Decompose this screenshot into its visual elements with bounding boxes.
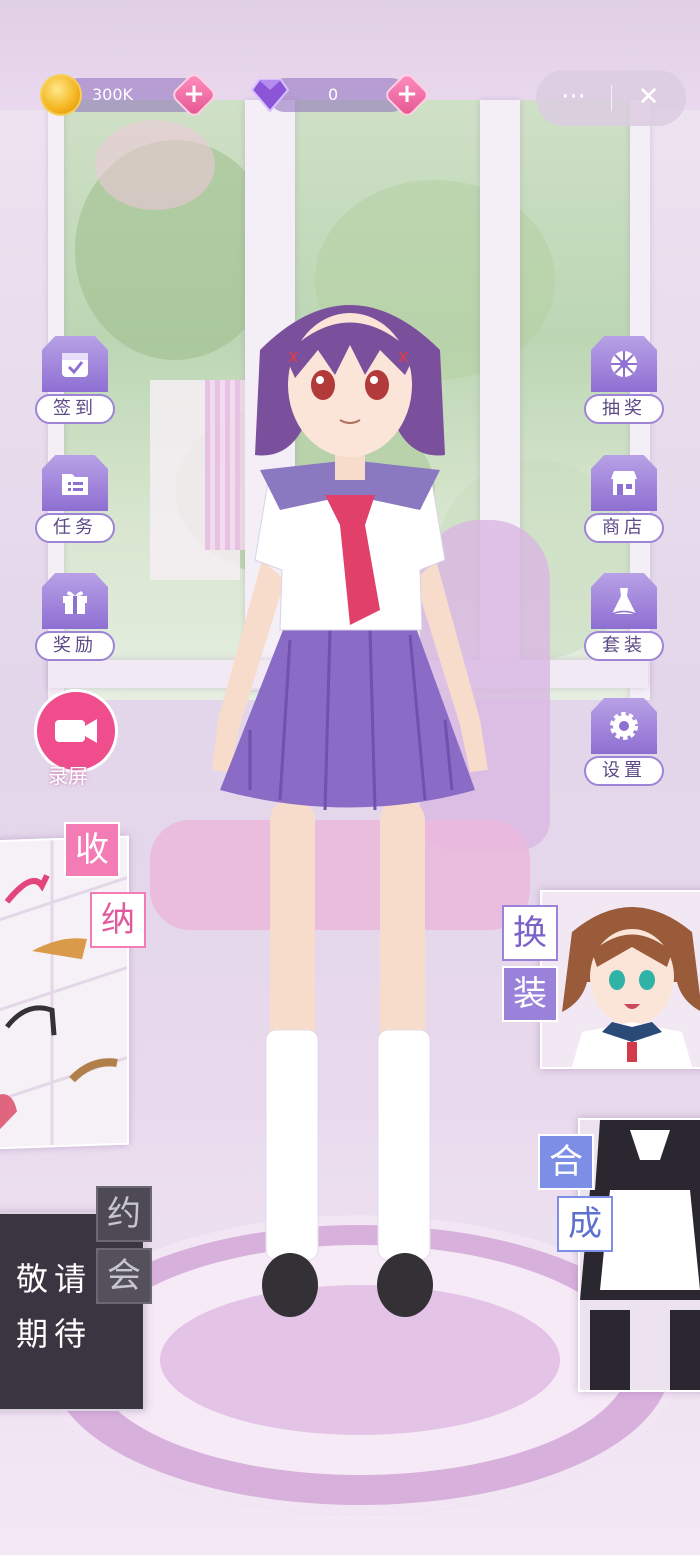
more-button[interactable]: ··· [536,70,611,126]
gift-icon [42,573,108,629]
shoe-thumbnails [0,837,128,1148]
miniapp-capsule: ··· ✕ [536,70,686,126]
player-character[interactable]: x x [190,280,510,1330]
tasks-button[interactable]: 任务 [35,455,115,545]
rewards-button[interactable]: 奖励 [35,573,115,663]
dressup-character-portrait [542,892,700,1067]
gem-icon [251,79,289,112]
coming-soon-line-1: 敬请 [16,1260,93,1298]
lottery-button[interactable]: 抽奖 [584,336,664,426]
task-folder-icon [42,455,108,511]
checkin-button[interactable]: 签到 [35,336,115,426]
coin-amount: 300K [92,85,134,104]
lottery-wheel-icon [591,336,657,392]
shop-label: 商店 [584,513,664,543]
svg-text:x: x [288,346,299,367]
storage-tag-2: 纳 [90,892,146,948]
rewards-label: 奖励 [35,631,115,661]
date-tag-1: 约 [96,1186,152,1242]
shop-button[interactable]: 商店 [584,455,664,545]
dressup-tag-2: 装 [502,966,558,1022]
outfit-set-label: 套装 [584,631,664,661]
storage-tag-1: 收 [64,822,120,878]
shop-icon [591,455,657,511]
gem-amount: 0 [328,85,339,104]
dressup-tag-1: 换 [502,905,558,961]
settings-label: 设置 [584,756,664,786]
close-button[interactable]: ✕ [611,70,686,126]
synthesis-tag-1: 合 [538,1134,594,1190]
date-tag-2: 会 [96,1248,152,1304]
tasks-label: 任务 [35,513,115,543]
coin-icon [42,76,80,114]
dressup-panel[interactable] [540,890,700,1069]
coming-soon-line-2: 期待 [16,1315,93,1353]
synthesis-panel[interactable] [578,1118,700,1392]
calendar-check-icon [42,336,108,392]
video-camera-icon [55,719,97,743]
checkin-label: 签到 [35,394,115,424]
maid-outfit-thumbnail [580,1120,700,1390]
synthesis-tag-2: 成 [557,1196,613,1252]
add-coins-button[interactable]: + [172,73,216,117]
gear-icon [591,698,657,754]
record-label: 录屏 [48,764,88,788]
add-gems-button[interactable]: + [385,73,429,117]
dress-icon [591,573,657,629]
settings-button[interactable]: 设置 [584,698,664,788]
lottery-label: 抽奖 [584,394,664,424]
storage-panel[interactable] [0,835,129,1150]
outfit-set-button[interactable]: 套装 [584,573,664,663]
record-button[interactable] [37,692,115,770]
svg-text:x: x [398,346,409,367]
